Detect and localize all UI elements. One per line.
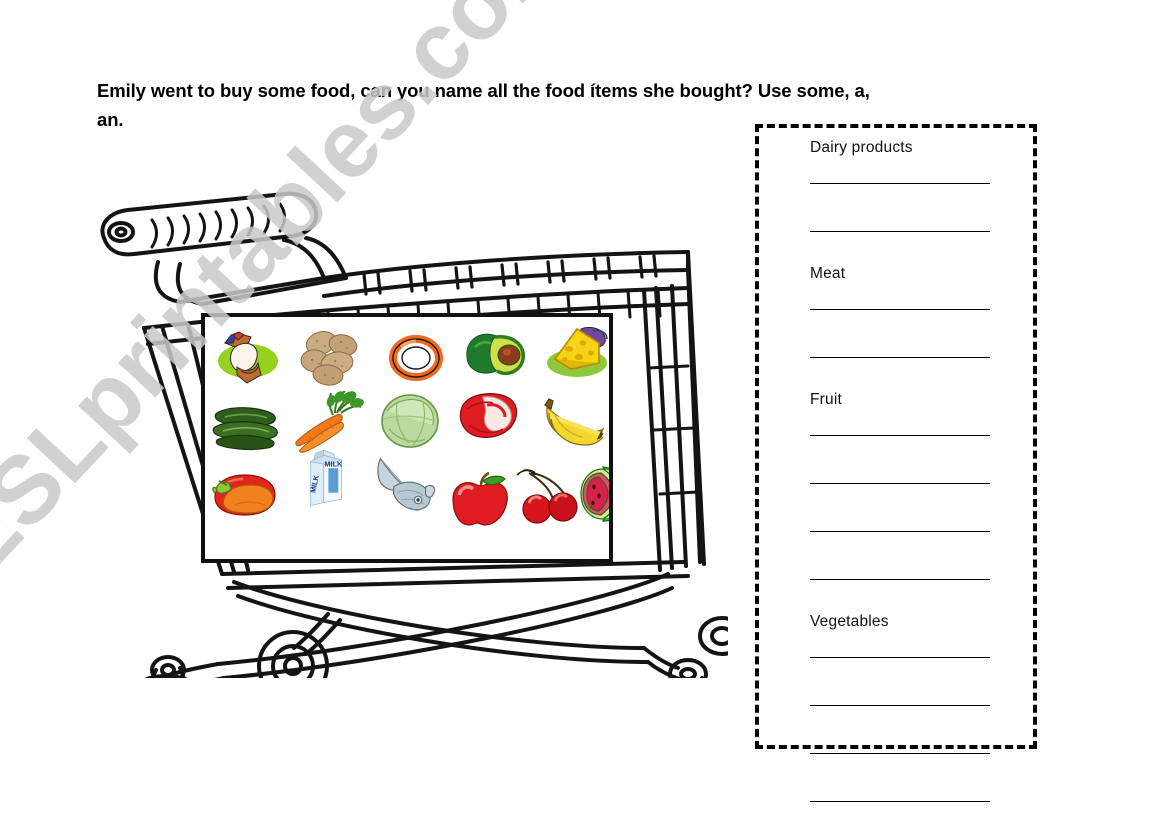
avocado-icon (459, 323, 533, 385)
svg-text:MILK: MILK (324, 460, 343, 469)
answer-line[interactable] (810, 579, 990, 580)
watermelon-icon (561, 463, 609, 525)
answer-line[interactable] (810, 531, 990, 532)
answer-line[interactable] (810, 657, 990, 658)
ham-icon (211, 325, 285, 387)
category-label: Meat (810, 265, 846, 282)
answer-line[interactable] (810, 183, 990, 184)
answer-line[interactable] (810, 435, 990, 436)
answer-line[interactable] (810, 801, 990, 802)
apple-icon (443, 469, 517, 531)
category-label: Vegetables (810, 613, 889, 630)
answer-line[interactable] (810, 231, 990, 232)
pepper-icon (209, 463, 283, 525)
carrots-icon (291, 391, 365, 453)
cheese-icon (541, 321, 609, 383)
category-label: Dairy products (810, 139, 913, 156)
worksheet-page: Emily went to buy some food, can you nam… (0, 0, 1169, 821)
answer-line[interactable] (810, 357, 990, 358)
steak-icon (453, 385, 527, 447)
answer-line[interactable] (810, 309, 990, 310)
title-line-1: Emily went to buy some food, can you nam… (97, 80, 870, 101)
answer-line[interactable] (810, 483, 990, 484)
answer-line[interactable] (810, 705, 990, 706)
lettuce-icon (373, 389, 447, 451)
category-label: Fruit (810, 391, 842, 408)
fish-icon (367, 453, 441, 515)
sausage-icon (379, 327, 453, 389)
answer-line[interactable] (810, 753, 990, 754)
potatoes-icon (295, 325, 369, 387)
food-items-picture-panel: MILK MILK (201, 313, 613, 563)
milk-carton-icon: MILK MILK (289, 447, 363, 509)
zucchini-icon (209, 395, 283, 457)
answer-categories-box: Dairy productsMeatFruitVegetablesOther p… (755, 124, 1037, 802)
title-line-2: an. (97, 109, 124, 130)
bananas-icon (535, 391, 609, 453)
